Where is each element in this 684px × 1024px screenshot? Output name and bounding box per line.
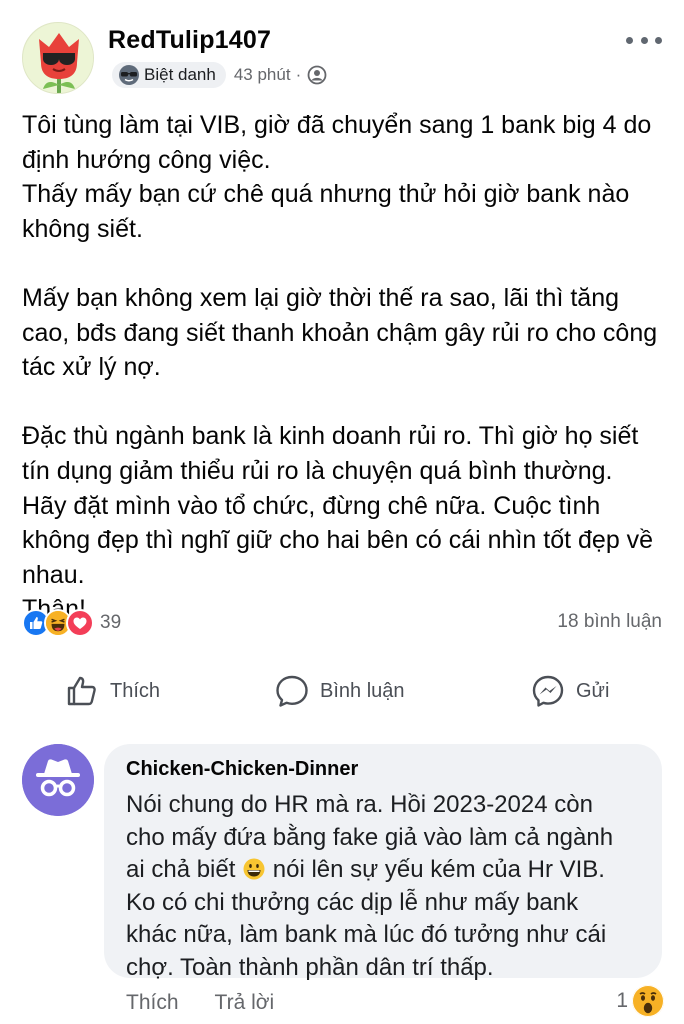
reaction-count: 39: [100, 612, 122, 633]
post-line: Thấy mấy bạn cứ chê quá nhưng thử hỏi gi…: [22, 180, 630, 209]
post-body: Tôi tùng làm tại VIB, giờ đã chuyển sang…: [22, 108, 662, 627]
comment-text: Nói chung do HR mà ra. Hồi 2023-2024 còn…: [126, 789, 642, 984]
sunglasses-icon: [118, 64, 140, 86]
comment-line-part: nói lên sự yếu kém của Hr VIB.: [272, 856, 605, 883]
comment-line: ai chả biết nói lên sự yếu kém của Hr VI…: [126, 854, 642, 887]
nickname-badge-label: Biệt danh: [144, 65, 216, 84]
post-line: không siết.: [22, 214, 143, 243]
more-options-button[interactable]: [626, 30, 662, 50]
comment-reply-button[interactable]: Trả lời: [215, 991, 275, 1015]
send-button[interactable]: Gửi: [530, 668, 609, 714]
like-label: Thích: [110, 679, 161, 702]
post-line: Hãy đặt mình vào tổ chức, đừng chê nữa. …: [22, 491, 601, 520]
post-line: nhau.: [22, 560, 85, 589]
post-line: Mấy bạn không xem lại giờ thời thế ra sa…: [22, 283, 619, 312]
post-line: không đẹp thì nghĩ giữ cho hai bên có cá…: [22, 526, 654, 555]
tulip-avatar-icon: [23, 23, 93, 93]
comment-like-button[interactable]: Thích: [126, 991, 179, 1015]
wow-reaction-icon: [632, 985, 664, 1017]
post-author-name[interactable]: RedTulip1407: [108, 26, 271, 55]
post-header: RedTulip1407 Biệt danh 43 phút ·: [22, 22, 662, 94]
comment-button[interactable]: Bình luận: [274, 668, 405, 714]
commenter-name[interactable]: Chicken-Chicken-Dinner: [126, 758, 642, 781]
more-dot-icon: [655, 36, 662, 44]
post-line: định hướng công việc.: [22, 145, 271, 174]
comment-line: khác nữa, làm bank mà lúc đó tưởng như c…: [126, 921, 607, 948]
commenter-avatar[interactable]: [22, 744, 94, 816]
post-actions: Thích Bình luận Gửi: [0, 668, 684, 714]
post-meta: Biệt danh 43 phút ·: [112, 62, 327, 88]
comment-label: Bình luận: [320, 679, 405, 702]
post-line: Tôi tùng làm tại VIB, giờ đã chuyển sang…: [22, 111, 652, 139]
love-reaction-icon: [66, 609, 94, 637]
comment-actions: Thích Trả lời: [126, 988, 274, 1018]
post-line: cao, bđs đang siết thanh khoản chậm gây …: [22, 318, 658, 347]
messenger-icon: [530, 673, 566, 709]
comment-line-part: ai chả biết: [126, 856, 236, 883]
meta-separator: ·: [295, 65, 302, 84]
thumbs-up-icon: [64, 673, 100, 709]
send-label: Gửi: [576, 679, 610, 702]
author-avatar[interactable]: [22, 22, 94, 94]
comment-reaction-count: 1: [616, 989, 628, 1012]
post-line: tác xử lý nợ.: [22, 353, 161, 382]
like-button[interactable]: Thích: [64, 668, 160, 714]
incognito-avatar-icon: [22, 744, 94, 816]
friends-icon[interactable]: [307, 65, 327, 85]
comment-bubble[interactable]: Chicken-Chicken-Dinner Nói chung do HR m…: [104, 744, 662, 981]
speech-bubble-icon: [274, 673, 310, 709]
post-line: tín dụng giảm thiểu rủi ro là chuyện quá…: [22, 456, 613, 485]
nickname-badge[interactable]: Biệt danh: [112, 62, 226, 88]
comment-line: chợ. Toàn thành phần dân trí thấp.: [126, 953, 494, 981]
comment-line: Ko có chi thưởng các dịp lễ như mấy bank: [126, 888, 579, 916]
more-dot-icon: [626, 36, 633, 44]
more-dot-icon: [640, 36, 648, 44]
comment-reaction-summary[interactable]: 1: [616, 985, 664, 1017]
post-time[interactable]: 43 phút: [234, 65, 291, 85]
reactions-summary[interactable]: 39: [22, 608, 121, 638]
grinning-emoji-icon: [243, 857, 265, 880]
comment-line: Nói chung do HR mà ra. Hồi 2023-2024 còn: [126, 791, 593, 818]
comment-count[interactable]: 18 bình luận: [557, 611, 662, 633]
comment-line: cho mấy đứa bằng fake giả vào làm cả ngà…: [126, 823, 614, 851]
post-line: Đặc thù ngành bank là kinh doanh rủi ro.…: [22, 422, 639, 451]
